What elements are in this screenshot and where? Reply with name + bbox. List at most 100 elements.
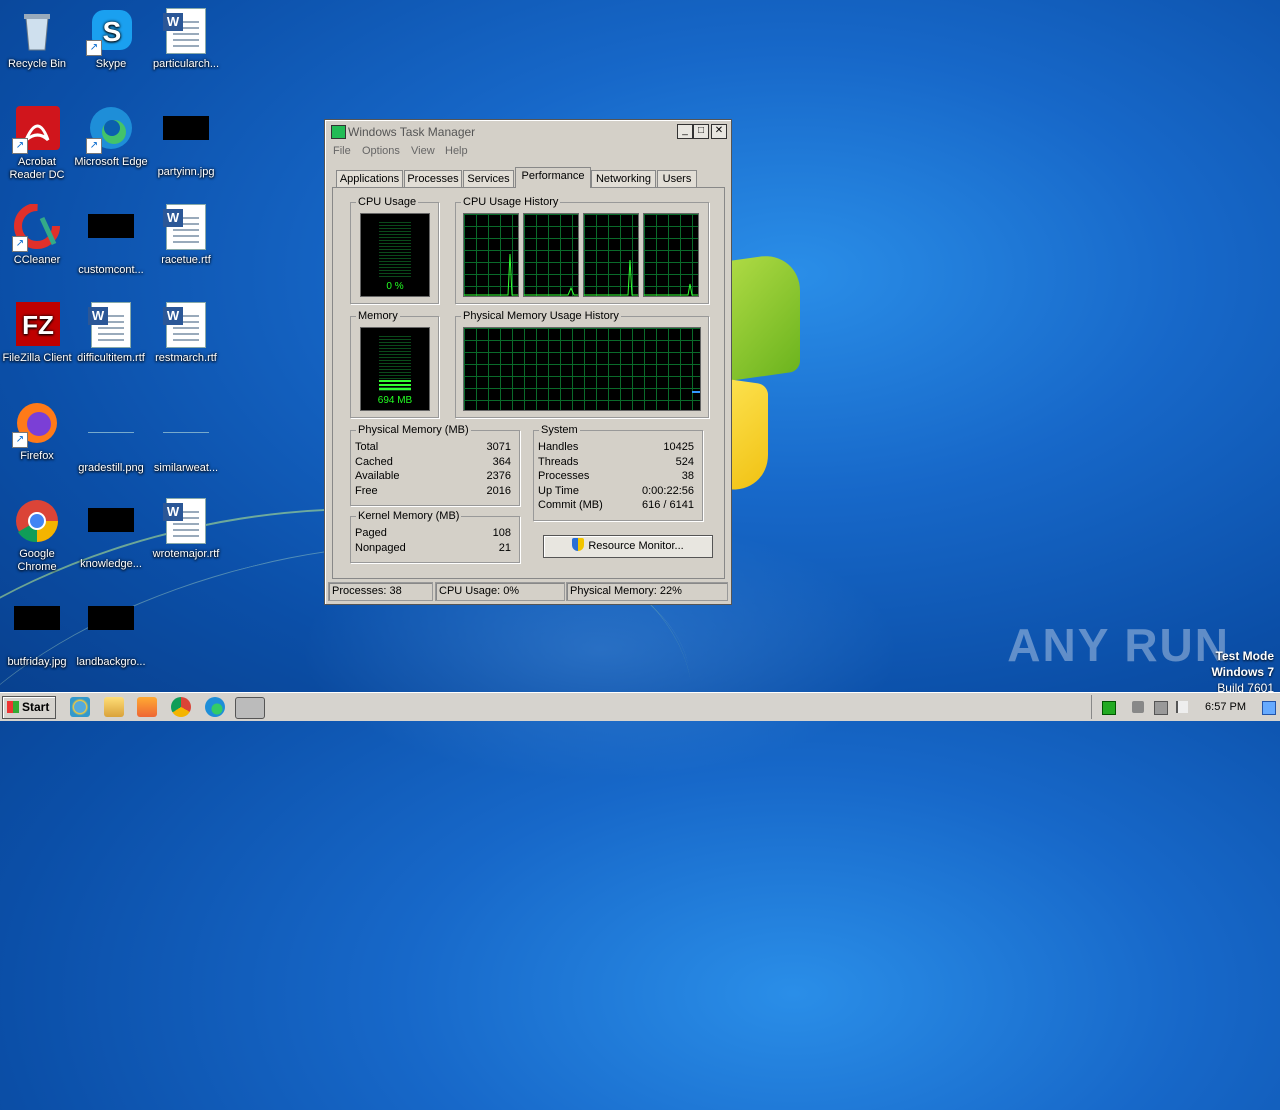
menu-file[interactable]: File bbox=[333, 145, 351, 157]
tab-applications[interactable]: Applications bbox=[336, 170, 403, 188]
firefox-icon: ↗ bbox=[12, 400, 60, 448]
stat-row: Available 2376 bbox=[351, 470, 519, 484]
image-file-icon bbox=[163, 116, 209, 162]
group-caption: Physical Memory Usage History bbox=[461, 310, 621, 322]
desktop-icon-landbackgro[interactable]: landbackgro... bbox=[74, 596, 148, 669]
skype-icon: S ↗ bbox=[86, 8, 134, 56]
cpu-history-graph bbox=[523, 213, 579, 297]
cpu-history-graph bbox=[583, 213, 639, 297]
start-button[interactable]: Start bbox=[2, 696, 56, 719]
stat-row: Up Time 0:00:22:56 bbox=[534, 485, 702, 499]
task-manager-taskbar-icon[interactable] bbox=[235, 697, 265, 719]
desktop-icon-firefox[interactable]: ↗ Firefox bbox=[0, 400, 74, 463]
menu-options[interactable]: Options bbox=[362, 145, 400, 157]
stat-row: Commit (MB) 616 / 6141 bbox=[534, 499, 702, 513]
desktop-icon-label: gradestill.png bbox=[78, 462, 144, 474]
desktop-icon-similarweat[interactable]: similarweat... bbox=[149, 400, 223, 475]
image-file-icon bbox=[88, 412, 134, 458]
desktop-icon-restmarch[interactable]: W restmarch.rtf bbox=[149, 302, 223, 365]
desktop-icon-label: wrotemajor.rtf bbox=[152, 548, 220, 560]
minimize-button[interactable]: _ bbox=[677, 124, 693, 139]
tab-performance[interactable]: Performance bbox=[515, 167, 591, 188]
action-center-flag-icon[interactable] bbox=[1176, 701, 1188, 713]
tab-services[interactable]: Services bbox=[463, 170, 514, 188]
memory-history-group: Physical Memory Usage History bbox=[455, 310, 709, 418]
resource-monitor-button[interactable]: Resource Monitor... bbox=[543, 535, 713, 558]
cpu-history-graph bbox=[643, 213, 699, 297]
system-group: System Handles 10425 Threads 524 Processes… bbox=[533, 424, 703, 521]
desktop-icon-customcont[interactable]: customcont... bbox=[74, 204, 148, 277]
desktop-icon-chrome[interactable]: Google Chrome bbox=[0, 498, 74, 574]
tab-processes[interactable]: Processes bbox=[404, 170, 462, 188]
start-label: Start bbox=[22, 700, 50, 714]
group-caption: CPU Usage bbox=[356, 196, 419, 208]
group-caption: System bbox=[539, 424, 580, 436]
stat-row: Total 3071 bbox=[351, 441, 519, 455]
desktop-icon-label: difficultitem.rtf bbox=[77, 352, 145, 364]
desktop-icon-filezilla[interactable]: FZ FileZilla Client bbox=[0, 302, 74, 365]
show-desktop-icon[interactable] bbox=[1262, 701, 1276, 715]
tab-users[interactable]: Users bbox=[657, 170, 697, 188]
stat-label: Processes bbox=[538, 470, 590, 482]
desktop-icon-label: landbackgro... bbox=[76, 656, 146, 668]
internet-explorer-icon[interactable] bbox=[70, 697, 90, 717]
desktop-icon-gradestill[interactable]: gradestill.png bbox=[74, 400, 148, 475]
desktop-icon-label: knowledge... bbox=[80, 558, 142, 570]
file-explorer-icon[interactable] bbox=[104, 697, 124, 717]
edge-taskbar-icon[interactable] bbox=[205, 697, 225, 717]
status-cpu-usage: CPU Usage: 0% bbox=[435, 582, 565, 601]
desktop-icon-acrobat[interactable]: ↗ Acrobat Reader DC bbox=[0, 106, 74, 182]
stat-label: Cached bbox=[355, 456, 393, 468]
desktop-icon-ccleaner[interactable]: ↗ CCleaner bbox=[0, 203, 74, 267]
performance-tray-icon[interactable] bbox=[1102, 701, 1116, 715]
word-document-icon: W bbox=[88, 302, 134, 348]
desktop-icon-racetue[interactable]: W racetue.rtf bbox=[149, 204, 223, 267]
desktop-icon-partyinn[interactable]: partyinn.jpg bbox=[149, 106, 223, 179]
ccleaner-icon: ↗ bbox=[12, 203, 60, 252]
stat-label: Threads bbox=[538, 456, 579, 468]
desktop-icon-label: racetue.rtf bbox=[161, 254, 211, 266]
volume-icon[interactable] bbox=[1132, 701, 1144, 713]
status-bar: Processes: 38 CPU Usage: 0% Physical Mem… bbox=[328, 582, 728, 601]
maximize-button[interactable]: □ bbox=[693, 124, 709, 139]
desktop-icon-wrotemajor[interactable]: W wrotemajor.rtf bbox=[149, 498, 223, 561]
cpu-usage-group: CPU Usage 0 % bbox=[350, 196, 439, 304]
tab-networking[interactable]: Networking bbox=[591, 170, 656, 188]
desktop-icon-label: CCleaner bbox=[13, 254, 61, 266]
image-file-icon bbox=[88, 214, 134, 260]
desktop-icon-skype[interactable]: S ↗ Skype bbox=[74, 8, 148, 71]
title-bar[interactable]: Windows Task Manager _ □ ✕ bbox=[325, 120, 731, 142]
media-player-icon[interactable] bbox=[137, 697, 157, 717]
test-mode-line2: Windows 7 bbox=[1211, 665, 1274, 679]
desktop-icon-recycle-bin[interactable]: Recycle Bin bbox=[0, 8, 74, 71]
stat-label: Available bbox=[355, 470, 400, 482]
chrome-taskbar-icon[interactable] bbox=[171, 697, 191, 717]
task-manager-icon bbox=[331, 125, 346, 139]
desktop-icon-butfriday[interactable]: butfriday.jpg bbox=[0, 596, 74, 669]
image-file-icon bbox=[88, 508, 134, 554]
shortcut-arrow-icon: ↗ bbox=[12, 138, 28, 154]
stat-label: Handles bbox=[538, 441, 579, 453]
svg-text:FZ: FZ bbox=[22, 310, 54, 340]
stat-label: Paged bbox=[355, 527, 387, 539]
network-icon[interactable] bbox=[1154, 701, 1168, 715]
desktop-icon-particularch[interactable]: W particularch... bbox=[149, 8, 223, 71]
menu-view[interactable]: View bbox=[411, 145, 435, 157]
desktop-icon-difficultitem[interactable]: W difficultitem.rtf bbox=[74, 302, 148, 365]
clock[interactable]: 6:57 PM bbox=[1205, 701, 1246, 713]
close-button[interactable]: ✕ bbox=[711, 124, 727, 139]
stat-row: Nonpaged 21 bbox=[351, 542, 519, 556]
stat-value: 524 bbox=[675, 456, 694, 468]
menu-help[interactable]: Help bbox=[445, 145, 468, 157]
test-mode-notice: Test Mode Windows 7 Build 7601 bbox=[1211, 648, 1274, 696]
stat-row: Threads 524 bbox=[534, 456, 702, 470]
task-manager-window[interactable]: Windows Task Manager _ □ ✕ File Options … bbox=[324, 119, 732, 605]
uac-shield-icon bbox=[572, 538, 585, 551]
desktop-icon-knowledge[interactable]: knowledge... bbox=[74, 498, 148, 571]
recycle-bin-icon bbox=[14, 8, 60, 54]
group-caption: CPU Usage History bbox=[461, 196, 561, 208]
stat-row: Free 2016 bbox=[351, 485, 519, 499]
memory-fill bbox=[379, 380, 411, 392]
desktop-icon-edge[interactable]: ↗ Microsoft Edge bbox=[74, 106, 148, 169]
group-caption: Memory bbox=[356, 310, 400, 322]
